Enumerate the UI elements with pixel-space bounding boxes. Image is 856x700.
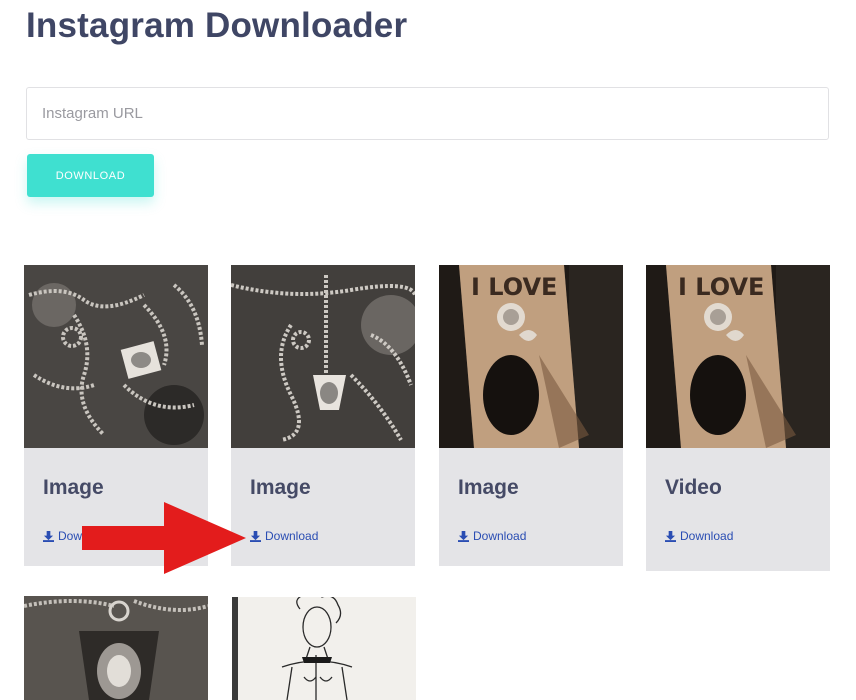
result-type-label: Image: [458, 476, 519, 499]
download-icon: [43, 530, 54, 542]
result-card: I LOVE Image Download: [439, 265, 623, 566]
result-thumbnail[interactable]: [24, 596, 208, 700]
page-title: Instagram Downloader: [26, 6, 408, 45]
result-card: I LOVE Video Download: [646, 265, 830, 571]
thumbnail-sign-text: I LOVE: [471, 273, 557, 301]
result-card: Image Download: [231, 265, 415, 566]
result-download-label: Download: [680, 529, 734, 543]
download-icon: [250, 530, 261, 542]
download-icon: [665, 530, 676, 542]
result-type-label: Image: [43, 476, 104, 499]
thumbnail-sign-text: I LOVE: [678, 273, 764, 301]
result-type-label: Image: [250, 476, 311, 499]
result-download-label: Download: [265, 529, 319, 543]
result-thumbnail[interactable]: [231, 265, 415, 448]
result-download-label: Download: [473, 529, 527, 543]
download-button[interactable]: DOWNLOAD: [27, 154, 154, 197]
result-download-link[interactable]: Download: [458, 529, 526, 543]
instagram-downloader-page: Instagram Downloader DOWNLOAD: [0, 0, 856, 700]
result-thumbnail[interactable]: [232, 597, 416, 700]
result-thumbnail[interactable]: I LOVE: [646, 265, 830, 448]
result-type-label: Video: [665, 476, 722, 499]
result-download-link[interactable]: Download: [665, 529, 733, 543]
red-arrow: [82, 502, 246, 574]
instagram-url-input[interactable]: [26, 87, 829, 140]
result-download-link[interactable]: Download: [250, 529, 318, 543]
result-thumbnail[interactable]: I LOVE: [439, 265, 623, 448]
result-thumbnail[interactable]: [24, 265, 208, 448]
download-icon: [458, 530, 469, 542]
